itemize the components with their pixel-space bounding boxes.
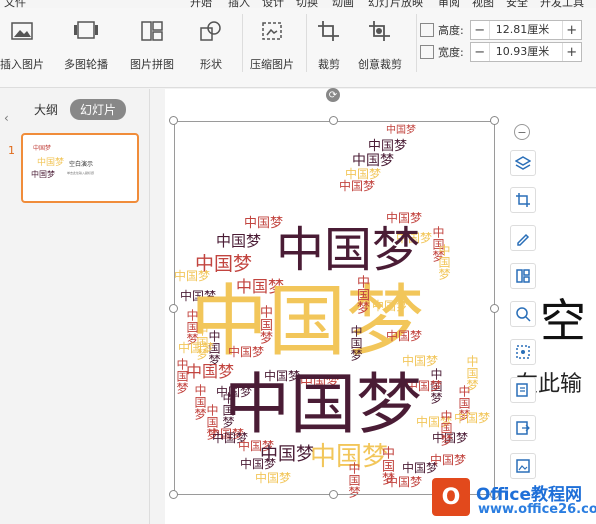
thumb-title: 空白演示 xyxy=(69,161,94,168)
carousel-icon xyxy=(73,18,99,44)
layers-icon[interactable] xyxy=(510,150,536,176)
width-increase-button[interactable]: + xyxy=(563,43,581,61)
menu-security[interactable]: 安全 xyxy=(506,0,528,8)
slide-number: 1 xyxy=(8,144,15,157)
width-label: 宽度: xyxy=(438,46,464,59)
watermark-url: www.office26.com xyxy=(478,502,596,517)
shape-button[interactable]: 形状 xyxy=(198,18,224,72)
zoom-icon[interactable] xyxy=(510,301,536,327)
menu-transition[interactable]: 切换 xyxy=(296,0,318,8)
width-row: 宽度: − 10.93厘米 + xyxy=(420,42,582,62)
tab-slides[interactable]: 幻灯片 xyxy=(70,99,127,120)
crop-icon xyxy=(316,18,342,44)
shape-label: 形状 xyxy=(200,58,222,71)
thumb-word: 中国梦 xyxy=(31,170,55,179)
thumb-word: 中国梦 xyxy=(37,158,65,168)
menu-home[interactable]: 开始 xyxy=(190,0,212,8)
image-tool-icon[interactable] xyxy=(510,453,536,479)
height-decrease-button[interactable]: − xyxy=(471,21,489,39)
app-window: 文件 开始 插入 设计 切换 动画 幻灯片放映 审阅 视图 安全 开发工具 插入… xyxy=(0,0,596,524)
height-label: 高度: xyxy=(438,24,464,37)
watermark: O Office教程网 www.office26.com xyxy=(432,478,596,524)
image-effect-icon[interactable] xyxy=(510,339,536,365)
resize-handle[interactable] xyxy=(490,304,499,313)
compress-icon xyxy=(259,18,285,44)
compress-picture-button[interactable]: 压缩图片 xyxy=(250,18,294,72)
menu-slideshow[interactable]: 幻灯片放映 xyxy=(368,0,423,8)
crop-button[interactable]: 裁剪 xyxy=(316,18,342,72)
multi-carousel-button[interactable]: 多图轮播 xyxy=(64,18,108,72)
divider xyxy=(306,14,307,72)
menu-developer[interactable]: 开发工具 xyxy=(540,0,584,8)
collapse-panel-button[interactable]: ‹ xyxy=(4,111,9,125)
menu-file[interactable]: 文件 xyxy=(4,0,26,8)
picture-icon xyxy=(9,18,35,44)
picture-tools-ribbon: 插入图片 多图轮播 图片拼图 形状 压缩图片 裁剪 创意裁剪 高度: − 12.… xyxy=(0,8,596,88)
resize-handle[interactable] xyxy=(329,490,338,499)
insert-picture-label: 插入图片 xyxy=(0,58,44,71)
selection-frame xyxy=(174,121,495,495)
tab-outline[interactable]: 大纲 xyxy=(34,101,58,118)
divider xyxy=(416,14,417,72)
height-increase-button[interactable]: + xyxy=(563,21,581,39)
slide-thumbnail[interactable]: 中国梦 中国梦 中国梦 空白演示 单击此处输入副标题 xyxy=(21,133,139,203)
width-input[interactable]: 10.93厘米 xyxy=(488,43,563,61)
width-icon xyxy=(420,45,434,59)
width-stepper[interactable]: − 10.93厘米 + xyxy=(469,42,582,62)
resize-handle[interactable] xyxy=(169,490,178,499)
creative-crop-icon xyxy=(367,18,393,44)
collapse-toolbar-icon[interactable]: − xyxy=(514,124,530,140)
width-decrease-button[interactable]: − xyxy=(471,43,489,61)
image-to-text-icon[interactable] xyxy=(510,377,536,403)
creative-crop-label: 创意裁剪 xyxy=(358,58,402,71)
compress-label: 压缩图片 xyxy=(250,58,294,71)
resize-handle[interactable] xyxy=(169,116,178,125)
resize-handle[interactable] xyxy=(329,116,338,125)
menu-view[interactable]: 视图 xyxy=(472,0,494,8)
divider xyxy=(242,14,243,72)
menu-insert[interactable]: 插入 xyxy=(228,0,250,8)
collage-icon xyxy=(139,18,165,44)
office-logo-icon: O xyxy=(432,478,470,516)
thumb-word: 中国梦 xyxy=(33,145,52,152)
menu-design[interactable]: 设计 xyxy=(262,0,284,8)
crop-tool-icon[interactable] xyxy=(510,187,536,213)
resize-handle[interactable] xyxy=(169,304,178,313)
rotate-handle[interactable]: ⟳ xyxy=(326,88,340,102)
menu-animation[interactable]: 动画 xyxy=(332,0,354,8)
height-icon xyxy=(420,23,434,37)
menu-review[interactable]: 审阅 xyxy=(438,0,460,8)
crop-label: 裁剪 xyxy=(318,58,340,71)
image-translate-icon[interactable] xyxy=(510,415,536,441)
collage-tool-icon[interactable] xyxy=(510,263,536,289)
creative-crop-button[interactable]: 创意裁剪 xyxy=(358,18,402,72)
slide-title[interactable]: 空 xyxy=(540,285,586,351)
panel-tabs: ‹ 大纲 幻灯片 xyxy=(0,99,150,125)
picture-collage-label: 图片拼图 xyxy=(130,58,174,71)
insert-picture-button[interactable]: 插入图片 xyxy=(0,18,44,72)
pen-edit-icon[interactable] xyxy=(510,225,536,251)
height-stepper[interactable]: − 12.81厘米 + xyxy=(469,20,582,40)
picture-collage-button[interactable]: 图片拼图 xyxy=(130,18,174,72)
height-row: 高度: − 12.81厘米 + xyxy=(420,20,582,40)
multi-carousel-label: 多图轮播 xyxy=(64,58,108,71)
menu-bar: 文件 开始 插入 设计 切换 动画 幻灯片放映 审阅 视图 安全 开发工具 xyxy=(0,0,596,8)
shape-icon xyxy=(198,18,224,44)
thumb-subtitle: 单击此处输入副标题 xyxy=(67,171,95,175)
slides-panel: ‹ 大纲 幻灯片 1 中国梦 中国梦 中国梦 空白演示 单击此处输入副标题 xyxy=(0,89,150,524)
height-input[interactable]: 12.81厘米 xyxy=(488,21,563,39)
resize-handle[interactable] xyxy=(490,116,499,125)
